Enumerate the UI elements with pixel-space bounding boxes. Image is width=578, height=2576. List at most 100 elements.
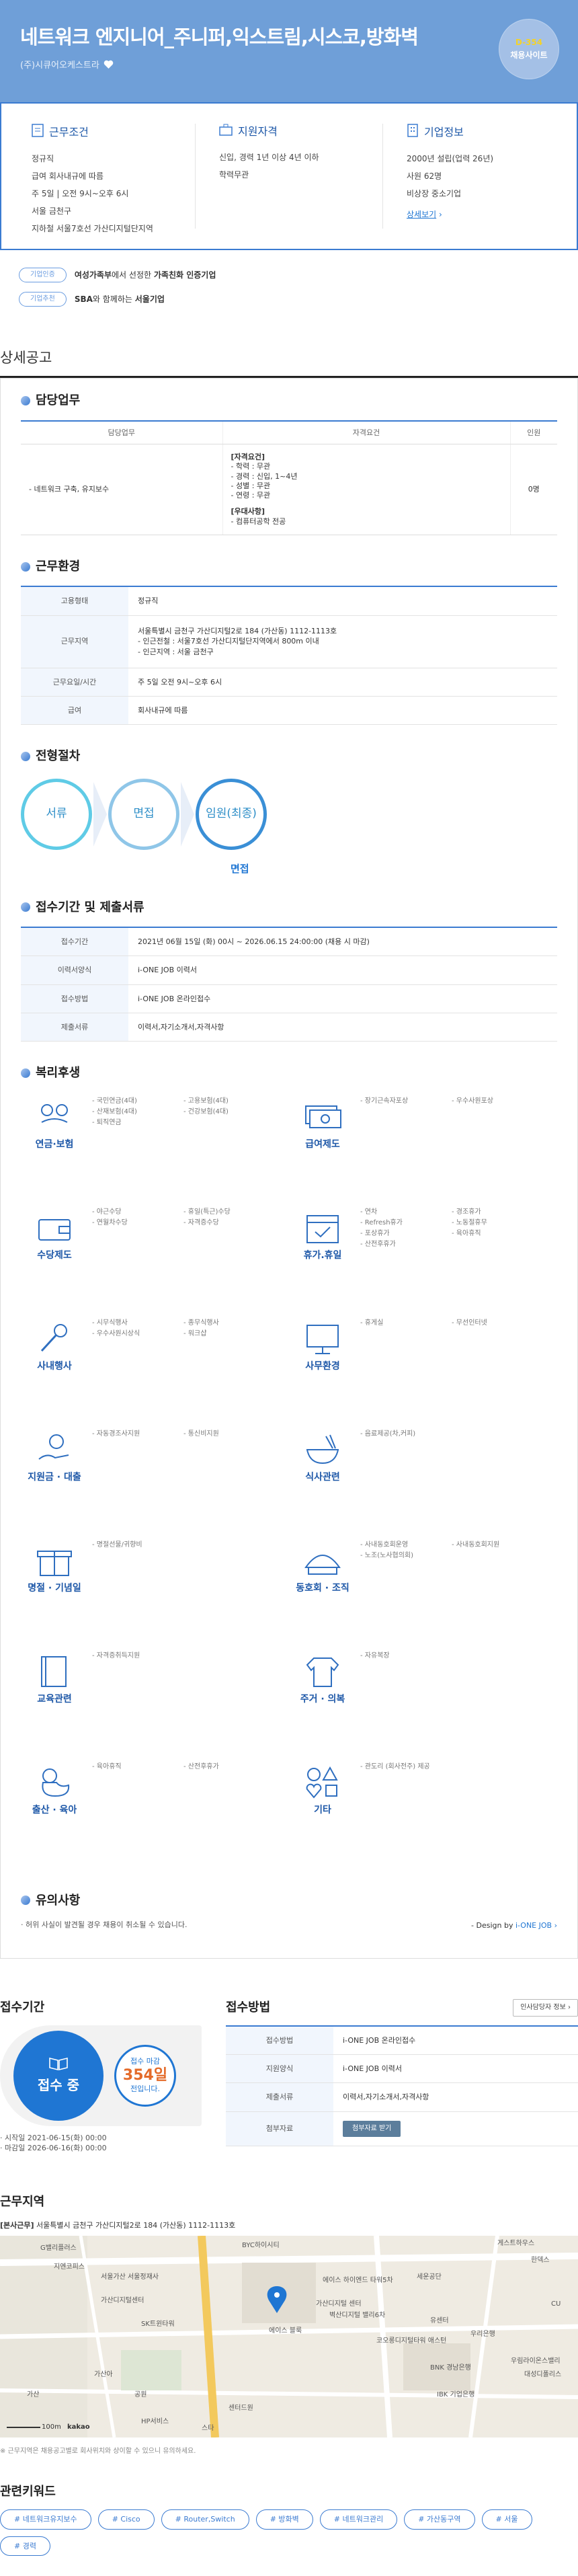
welfare-benefit: 우수사원시상식 [92, 1329, 179, 1339]
map-label: 가산디지털센터 [101, 2297, 144, 2305]
welfare-benefit: 자격증수당 [183, 1218, 271, 1228]
welfare-list: 자유복장 [356, 1651, 539, 1758]
process-section: 전형절차 서류 면접 임원(최종) 면접 [1, 734, 577, 885]
dday-label: 채용사이트 [510, 50, 548, 60]
keyword-tag[interactable]: # 네트워크관리 [319, 2509, 398, 2530]
microphone-icon [21, 1319, 88, 1358]
step-interview: 면접 [108, 778, 179, 850]
keyword-tag[interactable]: # Router,Switch [161, 2509, 249, 2530]
welfare-list: 관도리 (회사전주) 제공 [356, 1762, 539, 1869]
duck-icon [21, 1762, 88, 1801]
qual-title: 지원자격 [238, 125, 278, 138]
method-panel: 접수방법 인사담당자 정보 › 접수방법 i-ONE JOB 온라인접수 지원양식… [226, 1998, 578, 2154]
welfare-item: 명절 · 기념일 명절선물/귀향비 [21, 1536, 289, 1647]
headcount: 0명 [509, 444, 557, 536]
keyword-tag[interactable]: # Cisco [97, 2509, 155, 2530]
calendar-check-icon [289, 1208, 356, 1247]
method-table: 접수방법 i-ONE JOB 온라인접수 지원양식 i-ONE JOB 이력서 제출… [226, 2025, 578, 2146]
design-brand[interactable]: i-ONE JOB [515, 1921, 552, 1930]
welfare-benefit: 산재보험(4대) [92, 1107, 179, 1117]
keywords-section: 관련키워드 # 네트워크유지보수 # Cisco # Router,Switch # … [0, 2476, 578, 2576]
table-header: 담당업무 [21, 420, 222, 444]
welfare-name: 수당제도 [37, 1249, 72, 1261]
monitor-icon [289, 1319, 356, 1358]
welfare-item: 급여제도 장기근속자포상 우수사원포상 [289, 1093, 557, 1204]
map-label: G밸리플러스 [40, 2245, 77, 2253]
document-icon [32, 124, 44, 141]
wallet-icon [21, 1208, 88, 1247]
map-label: 서울가산 서울정재사 [101, 2273, 159, 2281]
apply-title: 접수기간 및 제출서류 [36, 900, 144, 914]
bullet-dot-icon [21, 902, 30, 912]
qual-line: 신입, 경력 1년 이상 4년 이하 [219, 153, 319, 163]
row-value: 이력서,자기소개서,자격사항 [128, 1013, 557, 1042]
welfare-benefit: 자유복장 [360, 1651, 448, 1661]
welfare-benefit: 고용보험(4대) [183, 1097, 271, 1106]
welfare-name: 연금·보험 [35, 1138, 74, 1150]
hr-contact-button[interactable]: 인사담당자 정보 › [513, 1998, 578, 2017]
map-label: 가산아 [94, 2371, 113, 2379]
keyword-tag[interactable]: # 가산동구역 [404, 2509, 475, 2530]
welfare-list: 명절선물/귀향비 [88, 1540, 271, 1647]
badge-org: 여성가족부 [74, 270, 112, 280]
dday-badge[interactable]: D-354 채용사이트 [499, 19, 559, 79]
map-label: 에이스 하이엔드 타워5차 [323, 2277, 393, 2285]
keyword-tag[interactable]: # 방화벽 [255, 2509, 313, 2530]
row-value: i-ONE JOB 온라인접수 [128, 984, 557, 1013]
welfare-name: 동호회 · 조직 [296, 1582, 349, 1594]
row-value: i-ONE JOB 온라인접수 [333, 2025, 578, 2056]
badge-row: 기업추천 SBA와 함께하는 서울기업 [19, 292, 559, 307]
gift-icon [21, 1540, 88, 1579]
keyword-tag[interactable]: # 서울 [481, 2509, 532, 2530]
row-key: 접수방법 [226, 2025, 333, 2056]
heart-icon[interactable] [104, 60, 114, 73]
location-section: 근무지역 [본사근무] 서울특별시 금천구 가산디지털2로 184 (가산동) … [0, 2180, 578, 2476]
welfare-benefit: 노동절휴무 [452, 1218, 539, 1228]
welfare-benefit: 야근수당 [92, 1208, 179, 1217]
row-key: 제출서류 [21, 1013, 128, 1042]
map-label: 벽산디지털 밸리6차 [329, 2312, 386, 2320]
bullet-dot-icon [21, 1068, 30, 1078]
company-name[interactable]: (주)시큐어오케스트라 [20, 60, 99, 72]
keyword-tag[interactable]: # 네트워크유지보수 [0, 2509, 91, 2530]
welfare-benefit: 사내동호회지원 [452, 1540, 539, 1550]
welfare-name: 휴가.휴일 [303, 1249, 342, 1261]
location-map[interactable]: G밸리플러스 BYC하이시티 지엔코피스 서울가산 서울정재사 가산디지털센터 SK트윈타… [0, 2236, 578, 2438]
welfare-benefit: 산전후휴가 [360, 1240, 448, 1249]
shapes-icon [289, 1762, 356, 1801]
welfare-benefit: 시무식행사 [92, 1319, 179, 1328]
dday-value: D-354 [515, 38, 543, 48]
row-key: 접수기간 [21, 927, 128, 957]
welfare-item: 지원금 · 대출 자동경조사지원 통신비지원 [21, 1426, 289, 1536]
job-title: 네트워크 엔지니어_주니퍼,익스트림,시스코,방화벽 [20, 26, 419, 48]
pref-line: - 컴퓨터공학 전공 [231, 516, 286, 526]
reception-title: 접수기간 [0, 2000, 45, 2015]
map-label: 대성디폴리스 [524, 2371, 562, 2379]
welfare-name: 식사관련 [305, 1471, 340, 1483]
welfare-list: 자동경조사지원 통신비지원 [88, 1430, 271, 1536]
map-label: 공원 [134, 2391, 147, 2399]
qualifications: 지원자격 신입, 경력 1년 이상 4년 이하 학력무관 [196, 124, 383, 229]
reception-panel: 접수기간 접수 중 접수 마감 354일 전입니다. · 시작일 2021-06… [0, 1999, 202, 2154]
map-label: 한덱스 [531, 2257, 550, 2265]
corp-line: 2000년 설립(업력 26년) [407, 154, 494, 164]
glasses-mustache-icon [21, 1097, 88, 1136]
row-value: - 인근전철 : 서울7호선 가산디지털단지역에서 800m 이내 [138, 637, 319, 646]
welfare-name: 주거 · 의복 [300, 1693, 345, 1705]
hr-contact-label: 인사담당자 정보 [520, 2003, 566, 2011]
end-date: · 마감일 2026-06-16(화) 00:00 [0, 2144, 107, 2153]
badge-text: 에서 선정한 [112, 270, 154, 280]
attachment-download-button[interactable]: 첨부자료 받기 [343, 2120, 401, 2137]
welfare-section: 복리후생 연금·보험 국민연금(4대) 고용보험(4대) 산재보험(4대) 건강보험(4… [1, 1051, 577, 1878]
req-line: - 연령 : 무관 [231, 491, 271, 500]
welfare-item: 기타 관도리 (회사전주) 제공 [289, 1758, 557, 1869]
corp-detail-link[interactable]: 상세보기 [407, 210, 436, 219]
keyword-tag[interactable]: # 경력 [0, 2536, 50, 2557]
row-key: 제출서류 [226, 2082, 333, 2112]
corp-line: 비상장 중소기업 [407, 188, 462, 198]
bullet-dot-icon [21, 395, 30, 405]
map-label: 스타 [202, 2425, 214, 2433]
table-row: 접수방법 i-ONE JOB 온라인접수 [226, 2025, 578, 2056]
bullet-dot-icon [21, 1896, 30, 1906]
table-row: 급여 회사내규에 따름 [21, 696, 557, 726]
